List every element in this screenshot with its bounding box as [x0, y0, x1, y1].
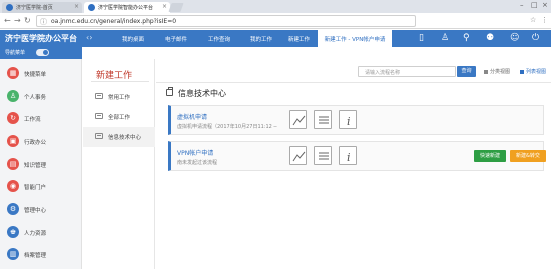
maximize-icon[interactable]: □	[531, 1, 538, 9]
flowchart-icon[interactable]	[289, 146, 307, 165]
close-icon[interactable]: ×	[162, 3, 167, 10]
star-icon[interactable]: ☆	[530, 16, 536, 24]
forward-icon[interactable]: →	[14, 16, 21, 25]
grid-icon: ▦	[7, 67, 19, 79]
folder-icon	[95, 113, 103, 119]
sidebar-item-shortcuts[interactable]: ▦ 快捷菜单	[0, 64, 82, 84]
main-toolbar: 请输入流程名称 查询 分类视图 列表视图	[156, 59, 551, 83]
quick-new-button[interactable]: 快速新建	[474, 150, 507, 162]
user-icon[interactable]: ♙	[441, 33, 449, 43]
app-header: 济宁医学院办公平台 ‹› 我的桌面 电子邮件 工作查询 我的工作 新建工作 新建…	[0, 30, 551, 47]
nav-new-work-vpn[interactable]: 新建工作 - VPN帐户申请	[318, 30, 392, 47]
menu-icon[interactable]: ⋮	[541, 16, 548, 24]
book-icon: ▤	[7, 158, 19, 170]
view-category-tab[interactable]: 分类视图	[484, 68, 510, 75]
nav-new-work[interactable]: 新建工作	[281, 30, 317, 47]
gear-icon: ⚙	[7, 203, 19, 215]
browser-tab-office[interactable]: 济宁医学院智能办公平台 ×	[84, 2, 170, 13]
main-content: 请输入流程名称 查询 分类视图 列表视图 信息技术中心 虚拟机申请 虚拟机申请流…	[156, 59, 551, 269]
workflow-card-vm[interactable]: 虚拟机申请 虚拟机申请流程（2017年10月27日11:12 ─ i	[168, 105, 544, 135]
reload-icon[interactable]: ↻	[24, 16, 31, 25]
flowchart-icon[interactable]	[289, 110, 307, 129]
new-and-transfer-button[interactable]: 新建&转交	[510, 150, 546, 162]
nav-toggle-switch[interactable]	[36, 49, 49, 56]
sidebar: ▦ 快捷菜单 ♙ 个人事务 ↻ 工作流 ▣ 行政办公 ▤ 知识管理 ◉ 智能门户…	[0, 59, 82, 269]
page-title: 新建工作	[96, 71, 133, 81]
favicon-icon	[88, 4, 95, 11]
org-icon[interactable]: ⚉	[486, 33, 494, 43]
sidebar-item-knowledge[interactable]: ▤ 知识管理	[0, 155, 82, 175]
nav-my-work[interactable]: 我的工作	[242, 30, 280, 47]
folder-icon	[95, 133, 103, 139]
person-icon: ♙	[7, 90, 19, 102]
sidebar-item-admin-center[interactable]: ⚙ 管理中心	[0, 200, 82, 220]
workflow-title[interactable]: VPN帐户申请	[177, 148, 213, 157]
nav-my-desktop[interactable]: 我的桌面	[114, 30, 152, 47]
nav-email[interactable]: 电子邮件	[156, 30, 196, 47]
list-view-icon	[520, 69, 524, 74]
subnav-item-all[interactable]: 全部工作	[83, 107, 155, 127]
nav-toggle-label: 导航菜单	[5, 50, 26, 56]
workflow-desc: 虚拟机申请流程（2017年10月27日11:12 ─	[177, 124, 277, 130]
briefcase-icon	[166, 87, 173, 96]
sidebar-item-workflow[interactable]: ↻ 工作流	[0, 109, 82, 129]
folder-icon	[95, 93, 103, 99]
url-field[interactable]: ⓘ oa.jnmc.edu.cn/general/index.php?isIE=…	[36, 15, 416, 27]
search-input[interactable]: 请输入流程名称	[358, 66, 456, 77]
address-bar: ← → ↻ ⓘ oa.jnmc.edu.cn/general/index.php…	[0, 13, 551, 29]
minimize-icon[interactable]: –	[520, 1, 524, 9]
logout-icon[interactable]: ⏻	[532, 33, 539, 43]
browser-tab-bar: 济宁医学院-首页 × 济宁医学院智能办公平台 × – □ ×	[0, 0, 551, 13]
back-icon[interactable]: ←	[4, 16, 11, 25]
sub-navigation: 新建工作 常用工作 全部工作 信息技术中心	[83, 59, 155, 269]
workflow-card-vpn[interactable]: VPN帐户申请 南未发起过该流程 i 快速新建 新建&转交	[168, 141, 546, 171]
divider	[91, 81, 149, 82]
svg-text:i: i	[347, 115, 351, 128]
workflow-desc: 南未发起过该流程	[177, 160, 218, 166]
portal-icon: ◉	[7, 180, 19, 192]
info-icon: ⓘ	[40, 18, 47, 26]
nav-toggle-row: 导航菜单	[0, 47, 82, 59]
collapse-icon[interactable]: ‹›	[86, 33, 92, 42]
sidebar-item-portal[interactable]: ◉ 智能门户	[0, 177, 82, 197]
form-icon[interactable]	[314, 146, 332, 165]
browser-tab-home[interactable]: 济宁医学院-首页 ×	[2, 2, 82, 13]
close-window-icon[interactable]: ×	[542, 1, 548, 9]
sidebar-item-personal[interactable]: ♙ 个人事务	[0, 87, 82, 107]
svg-text:i: i	[347, 151, 351, 164]
briefcase-icon: ▣	[7, 135, 19, 147]
toggle-knob	[43, 50, 48, 55]
sidebar-item-hr[interactable]: ♚ 人力资源	[0, 223, 82, 243]
info-icon[interactable]: i	[339, 146, 357, 165]
favicon-icon	[6, 4, 13, 11]
app-logo: 济宁医学院办公平台	[5, 34, 77, 43]
nav-work-query[interactable]: 工作查询	[199, 30, 239, 47]
category-view-icon	[484, 69, 488, 74]
form-icon[interactable]	[314, 110, 332, 129]
sidebar-item-admin-office[interactable]: ▣ 行政办公	[0, 132, 82, 152]
subnav-item-it-center[interactable]: 信息技术中心	[83, 127, 155, 147]
view-list-tab[interactable]: 列表视图	[520, 68, 546, 75]
info-icon[interactable]: i	[339, 110, 357, 129]
people-icon: ♚	[7, 226, 19, 238]
search-button[interactable]: 查询	[457, 66, 476, 77]
archive-icon: ▥	[7, 248, 19, 260]
new-tab-button[interactable]	[168, 3, 184, 12]
flow-icon: ↻	[7, 112, 19, 124]
workflow-title[interactable]: 虚拟机申请	[177, 112, 207, 121]
mobile-icon[interactable]: ▯	[419, 33, 424, 43]
skin-icon[interactable]: ☺	[510, 33, 519, 43]
subnav-item-common[interactable]: 常用工作	[83, 87, 155, 107]
sidebar-item-archive[interactable]: ▥ 档案管理	[0, 245, 82, 265]
close-icon[interactable]: ×	[74, 3, 79, 10]
search-icon[interactable]: ⚲	[463, 33, 470, 43]
